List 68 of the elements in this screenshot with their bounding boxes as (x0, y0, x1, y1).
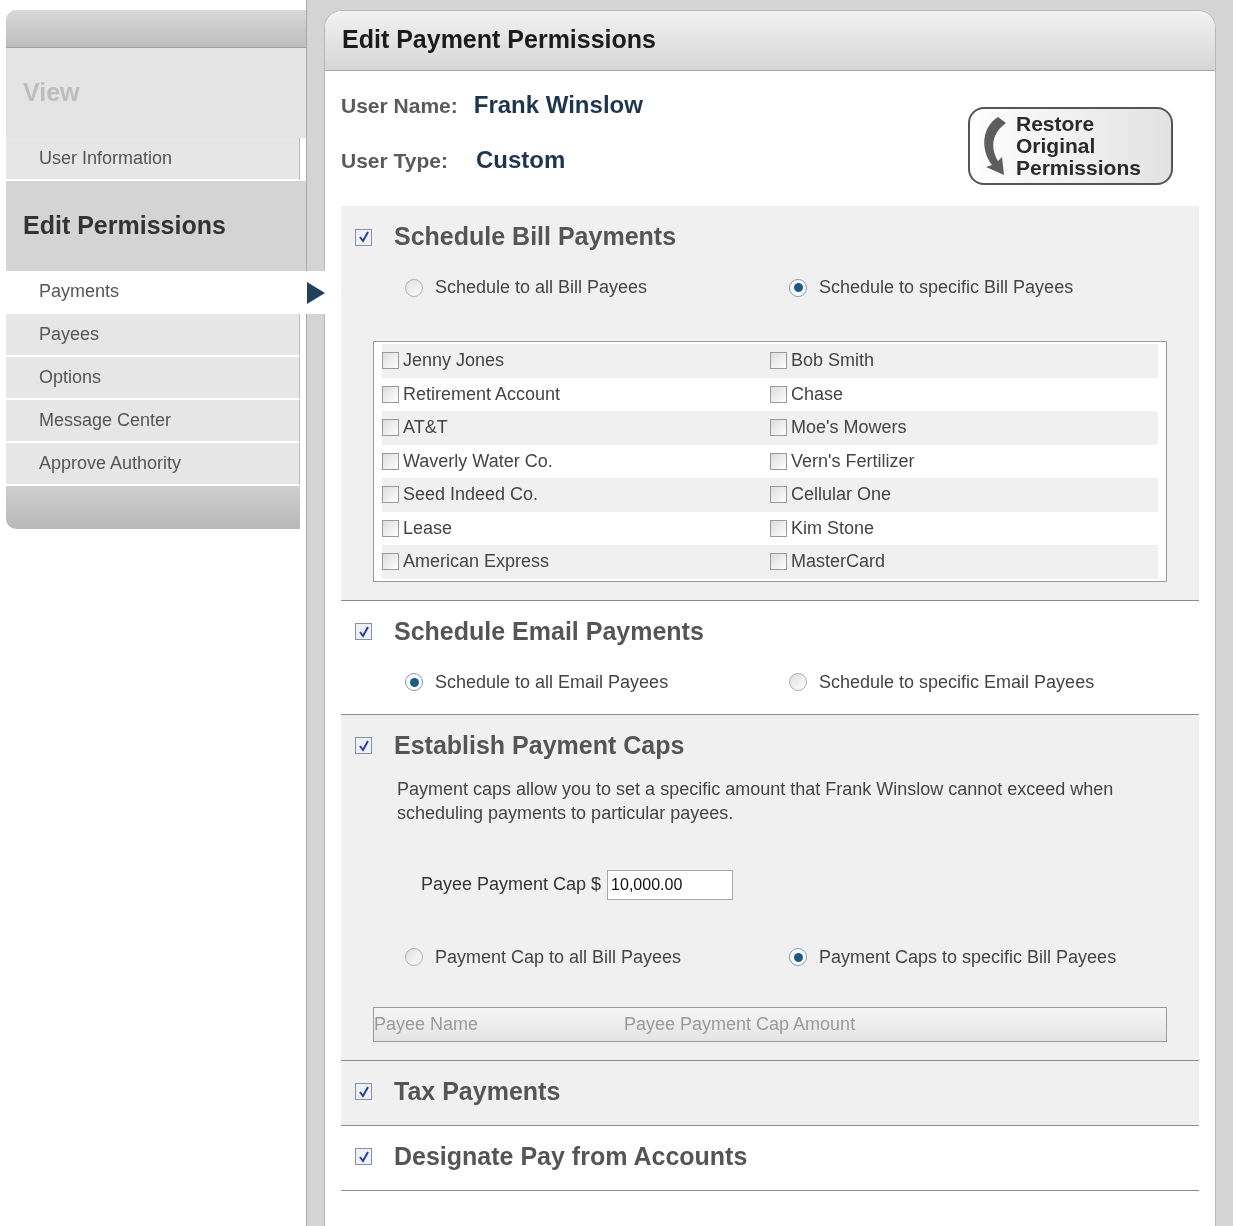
restore-button[interactable]: Restore Original Permissions (968, 107, 1173, 185)
panel-header: Edit Payment Permissions (325, 11, 1215, 71)
payee-label: Jenny Jones (403, 349, 505, 373)
radio-button[interactable] (789, 948, 807, 966)
checkbox[interactable] (355, 1148, 372, 1165)
description-text: Payment caps allow you to set a specific amount that Frank Winslow cannot exceed when scheduling payments to particular payees. (397, 777, 1115, 825)
checkbox[interactable] (770, 519, 787, 537)
section-title: Tax Payments (394, 1075, 561, 1107)
sidebar-item[interactable]: Options (6, 357, 300, 400)
checkbox[interactable] (382, 553, 399, 571)
payee-label: Moe's Mowers (791, 416, 907, 440)
payee-label: Lease (403, 516, 453, 540)
checkbox[interactable] (770, 352, 787, 370)
field-label: Payee Payment Cap $ (421, 873, 602, 896)
payee-label: Vern's Fertilizer (791, 449, 915, 473)
column-header: Payee Payment Cap Amount (624, 1012, 856, 1036)
field-value: Frank Winslow (473, 90, 643, 120)
sidebar-item[interactable]: Approve Authority (6, 443, 300, 486)
payee-label: AT&T (403, 416, 448, 440)
payee-label: Bob Smith (791, 349, 875, 373)
option-label: Schedule to specific Email Payees (819, 670, 1095, 694)
payee-label: Seed Indeed Co. (403, 483, 539, 507)
checkbox[interactable] (382, 419, 399, 437)
radio-button[interactable] (405, 278, 423, 297)
field-label: User Type: (341, 148, 448, 174)
checkbox[interactable] (382, 486, 399, 504)
checkbox[interactable] (770, 419, 787, 437)
checkbox[interactable] (770, 486, 787, 504)
option-label: Payment Caps to specific Bill Payees (819, 945, 1117, 969)
field-label: User Name: (341, 93, 458, 119)
section-title: Schedule Bill Payments (394, 221, 677, 253)
checkbox[interactable] (382, 352, 399, 370)
radio-button[interactable] (789, 673, 807, 691)
radio-button[interactable] (405, 948, 423, 966)
section-title: Schedule Email Payments (394, 615, 704, 647)
payee-label: Chase (791, 382, 844, 406)
checkbox[interactable] (382, 385, 399, 403)
checkbox[interactable] (770, 553, 787, 571)
option-label: Schedule to all Bill Payees (435, 276, 648, 299)
checkbox[interactable] (382, 452, 399, 470)
cap-amount-field[interactable]: 10,000.00 (607, 869, 734, 900)
sidebar-item[interactable]: Message Center (6, 400, 300, 443)
checkbox[interactable] (355, 737, 372, 754)
payee-label: Kim Stone (791, 516, 875, 540)
column-header: Payee Name (374, 1012, 480, 1036)
radio-button[interactable] (405, 673, 423, 691)
section-title: Designate Pay from Accounts (394, 1140, 748, 1172)
payee-label: MasterCard (791, 550, 886, 574)
option-label: Schedule to specific Bill Payees (819, 276, 1074, 299)
sidebar-item[interactable]: User Information (6, 138, 300, 181)
option-label: Schedule to all Email Payees (435, 670, 669, 694)
payee-label: Retirement Account (403, 382, 561, 406)
section-title: Establish Payment Caps (394, 729, 685, 761)
pointer-icon (306, 281, 326, 305)
payee-label: Cellular One (791, 483, 892, 507)
checkbox[interactable] (770, 385, 787, 403)
checkbox[interactable] (355, 623, 372, 640)
checkbox[interactable] (355, 1083, 372, 1100)
payee-label: Waverly Water Co. (403, 449, 553, 473)
sidebar-item[interactable]: Payees (6, 314, 300, 357)
checkbox[interactable] (770, 452, 787, 470)
option-label: Payment Cap to all Bill Payees (435, 945, 682, 969)
sidebar-heading: Edit Permissions (6, 181, 306, 271)
field-value: Custom (476, 145, 566, 175)
payee-label: American Express (403, 550, 550, 574)
radio-button[interactable] (789, 278, 807, 297)
checkbox[interactable] (382, 519, 399, 537)
checkbox[interactable] (355, 228, 372, 246)
